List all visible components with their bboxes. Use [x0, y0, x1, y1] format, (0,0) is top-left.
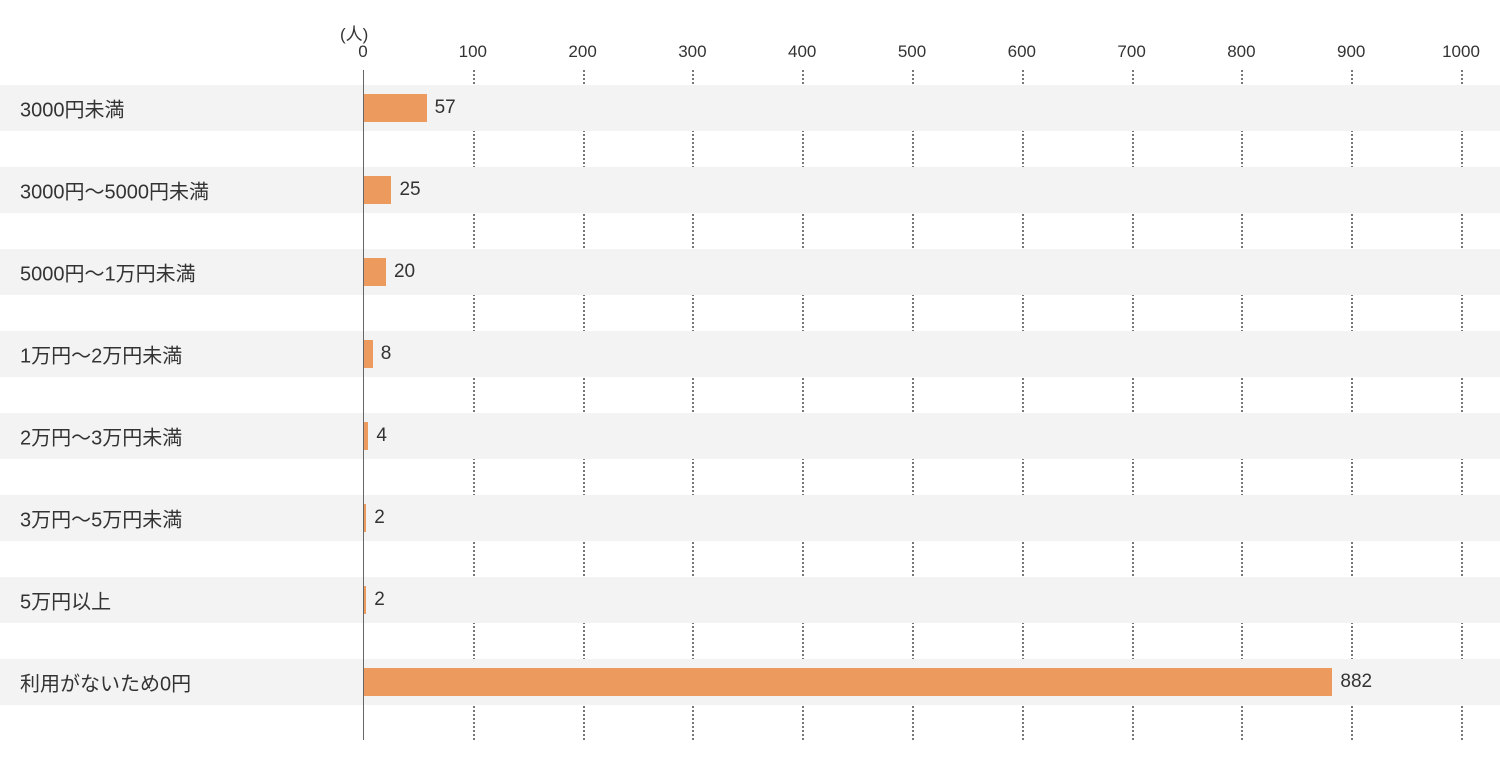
chart-row: 2万円～3万円未満 4	[0, 413, 1500, 459]
x-tick-label: 200	[568, 42, 596, 62]
bar	[364, 340, 373, 368]
x-axis-ticks: 0 100 200 300 400 500 600 700 800 900 1000	[0, 42, 1500, 62]
bar	[364, 504, 366, 532]
chart-row: 3000円～5000円未満 25	[0, 167, 1500, 213]
value-label: 25	[399, 179, 420, 201]
x-tick-label: 900	[1337, 42, 1365, 62]
bar	[364, 258, 386, 286]
value-label: 8	[381, 343, 392, 365]
chart-row: 3000円未満 57	[0, 85, 1500, 131]
x-tick-label: 600	[1008, 42, 1036, 62]
value-label: 4	[376, 425, 387, 447]
bar	[364, 176, 391, 204]
bar	[364, 422, 368, 450]
category-label: 3000円～5000円未満	[20, 176, 209, 205]
x-tick-label: 800	[1227, 42, 1255, 62]
value-label: 882	[1340, 671, 1372, 693]
x-tick-label: 400	[788, 42, 816, 62]
category-label: 5000円～1万円未満	[20, 258, 196, 287]
value-label: 2	[374, 507, 385, 529]
x-tick-label: 700	[1117, 42, 1145, 62]
chart-rows: 3000円未満 57 3000円～5000円未満 25 5000円～1万円未満 20 1万円…	[0, 85, 1500, 705]
value-label: 57	[435, 97, 456, 119]
bar-chart: (人) 01002003004005006007008009001000 300…	[0, 20, 1500, 740]
category-label: 3000円未満	[20, 94, 125, 123]
category-label: 5万円以上	[20, 586, 111, 615]
x-tick-label: 100	[459, 42, 487, 62]
category-label: 利用がないため0円	[20, 668, 191, 697]
chart-row: 5000円～1万円未満 20	[0, 249, 1500, 295]
chart-row: 3万円～5万円未満 2	[0, 495, 1500, 541]
chart-row: 1万円～2万円未満 8	[0, 331, 1500, 377]
bar	[364, 586, 366, 614]
plot-area: 3000円未満 57 3000円～5000円未満 25 5000円～1万円未満 20 1万円…	[0, 70, 1500, 740]
x-tick-label: 500	[898, 42, 926, 62]
x-tick-label: 1000	[1442, 42, 1480, 62]
bar	[364, 94, 427, 122]
chart-row: 利用がないため0円 882	[0, 659, 1500, 705]
category-label: 3万円～5万円未満	[20, 504, 182, 533]
chart-row: 5万円以上 2	[0, 577, 1500, 623]
value-label: 2	[374, 589, 385, 611]
y-axis-line	[363, 70, 364, 740]
bar	[364, 668, 1332, 696]
category-label: 1万円～2万円未満	[20, 340, 182, 369]
value-label: 20	[394, 261, 415, 283]
x-tick-label: 300	[678, 42, 706, 62]
x-tick-label: 0	[358, 42, 367, 62]
category-label: 2万円～3万円未満	[20, 422, 182, 451]
